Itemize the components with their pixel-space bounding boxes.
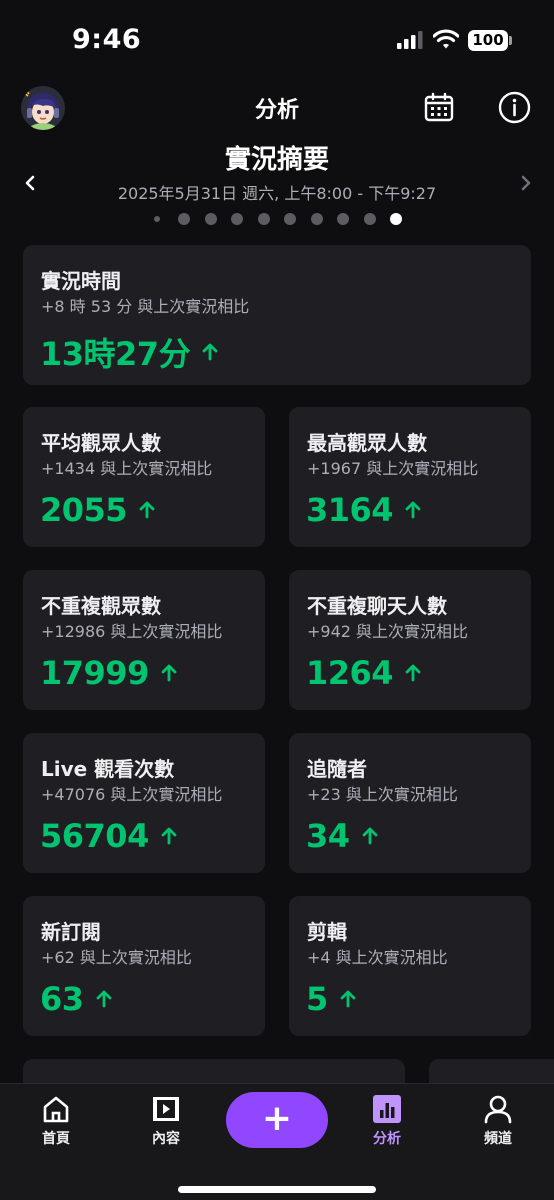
stat-value: 13時27分 [40, 335, 191, 373]
analytics-icon [373, 1095, 401, 1123]
page-dot[interactable] [154, 216, 160, 222]
wifi-icon [433, 29, 459, 49]
info-icon[interactable] [498, 91, 531, 124]
profile-icon [484, 1095, 512, 1124]
stat-value: 2055 [40, 491, 128, 529]
status-time: 9:46 [72, 24, 142, 55]
nav-item-home[interactable]: 首頁 [16, 1094, 96, 1148]
stat-label: 最高觀眾人數 [307, 431, 427, 455]
nav-item-analytics[interactable]: 分析 [347, 1094, 427, 1148]
nav-label-channel: 頻道 [484, 1131, 512, 1147]
arrow-up-icon [405, 501, 421, 519]
stat-label: 不重複聊天人數 [307, 594, 447, 618]
stat-card-new-subs: 新訂閱 +62 與上次實況相比 63 [23, 896, 265, 1036]
stat-label: 剪輯 [307, 920, 347, 944]
arrow-up-icon [405, 664, 421, 682]
signal-icon [397, 31, 423, 49]
arrow-up-icon [340, 990, 356, 1008]
nav-item-channel[interactable]: 頻道 [458, 1094, 538, 1148]
content-icon [153, 1097, 179, 1121]
calendar-icon[interactable] [424, 92, 454, 122]
page-dot[interactable] [284, 213, 296, 225]
nav-label-home: 首頁 [42, 1131, 70, 1147]
arrow-up-icon [139, 501, 155, 519]
stat-value: 34 [306, 817, 350, 855]
stat-value: 1264 [306, 654, 394, 692]
stat-label: 追隨者 [307, 757, 367, 781]
summary-title: 實況摘要 [224, 145, 329, 175]
nav-item-content[interactable]: 內容 [126, 1094, 206, 1148]
home-icon [43, 1096, 69, 1123]
plus-icon: + [261, 1098, 293, 1139]
page-dot[interactable] [337, 213, 349, 225]
page-dot[interactable] [204, 213, 217, 225]
stat-value: 5 [306, 980, 328, 1018]
stat-delta: +8 時 53 分 與上次實況相比 [41, 297, 250, 316]
home-indicator[interactable] [178, 1186, 376, 1193]
arrow-up-icon [96, 990, 111, 1008]
page-dot[interactable] [363, 213, 376, 225]
stat-card-unique-chatters: 不重複聊天人數 +942 與上次實況相比 1264 [289, 570, 531, 710]
stat-delta: +23 與上次實況相比 [307, 785, 458, 804]
arrow-up-icon [362, 827, 377, 845]
arrow-up-icon [161, 827, 177, 845]
page-title: 分析 [254, 98, 299, 123]
stat-value: 63 [40, 980, 84, 1018]
stat-card-peak-viewers: 最高觀眾人數 +1967 與上次實況相比 3164 [289, 407, 531, 547]
stat-delta: +4 與上次實況相比 [307, 948, 448, 967]
page-dot[interactable] [231, 213, 243, 225]
page-dot[interactable] [257, 213, 270, 225]
page-indicator[interactable] [150, 212, 410, 226]
stat-card-followers: 追隨者 +23 與上次實況相比 34 [289, 733, 531, 873]
nav-label-analytics: 分析 [373, 1131, 401, 1147]
stat-delta: +62 與上次實況相比 [41, 948, 192, 967]
page-dot[interactable] [310, 213, 323, 225]
stat-card-live-views: Live 觀看次數 +47076 與上次實況相比 56704 [23, 733, 265, 873]
chevron-right-icon[interactable] [514, 170, 538, 196]
stat-value: 3164 [306, 491, 394, 529]
stat-card-unique-viewers: 不重複觀眾數 +12986 與上次實況相比 17999 [23, 570, 265, 710]
stat-card-avg-viewers: 平均觀眾人數 +1434 與上次實況相比 2055 [23, 407, 265, 547]
stat-delta: +942 與上次實況相比 [307, 622, 469, 641]
arrow-up-icon [202, 343, 218, 361]
stat-delta: +12986 與上次實況相比 [41, 622, 223, 641]
stat-label: 實況時間 [41, 269, 121, 293]
battery-indicator: 100 [468, 30, 508, 51]
stat-label: 不重複觀眾數 [41, 594, 161, 618]
status-bar: 9:46 100 [0, 0, 554, 80]
stat-delta: +1967 與上次實況相比 [307, 459, 479, 478]
stat-label: 新訂閱 [41, 920, 101, 944]
stat-card-live-time: 實況時間 +8 時 53 分 與上次實況相比 13時27分 [23, 245, 531, 385]
stat-card-clips: 剪輯 +4 與上次實況相比 5 [289, 896, 531, 1036]
arrow-up-icon [161, 664, 177, 682]
stat-value: 56704 [40, 817, 149, 855]
stat-delta: +47076 與上次實況相比 [41, 785, 223, 804]
stat-label: Live 觀看次數 [41, 757, 175, 781]
page-dot[interactable] [390, 213, 402, 225]
nav-label-content: 內容 [152, 1131, 180, 1147]
battery-cap [509, 36, 512, 45]
bottom-nav: 首頁 內容 + 分析 頻道 [0, 1083, 554, 1200]
stat-label: 平均觀眾人數 [41, 431, 161, 455]
stream-date-range: 2025年5月31日 週六, 上午8:00 - 下午9:27 [117, 184, 437, 203]
stat-value: 17999 [40, 654, 149, 692]
page-dot[interactable] [178, 213, 190, 225]
stat-delta: +1434 與上次實況相比 [41, 459, 213, 478]
create-button[interactable]: + [226, 1092, 328, 1148]
